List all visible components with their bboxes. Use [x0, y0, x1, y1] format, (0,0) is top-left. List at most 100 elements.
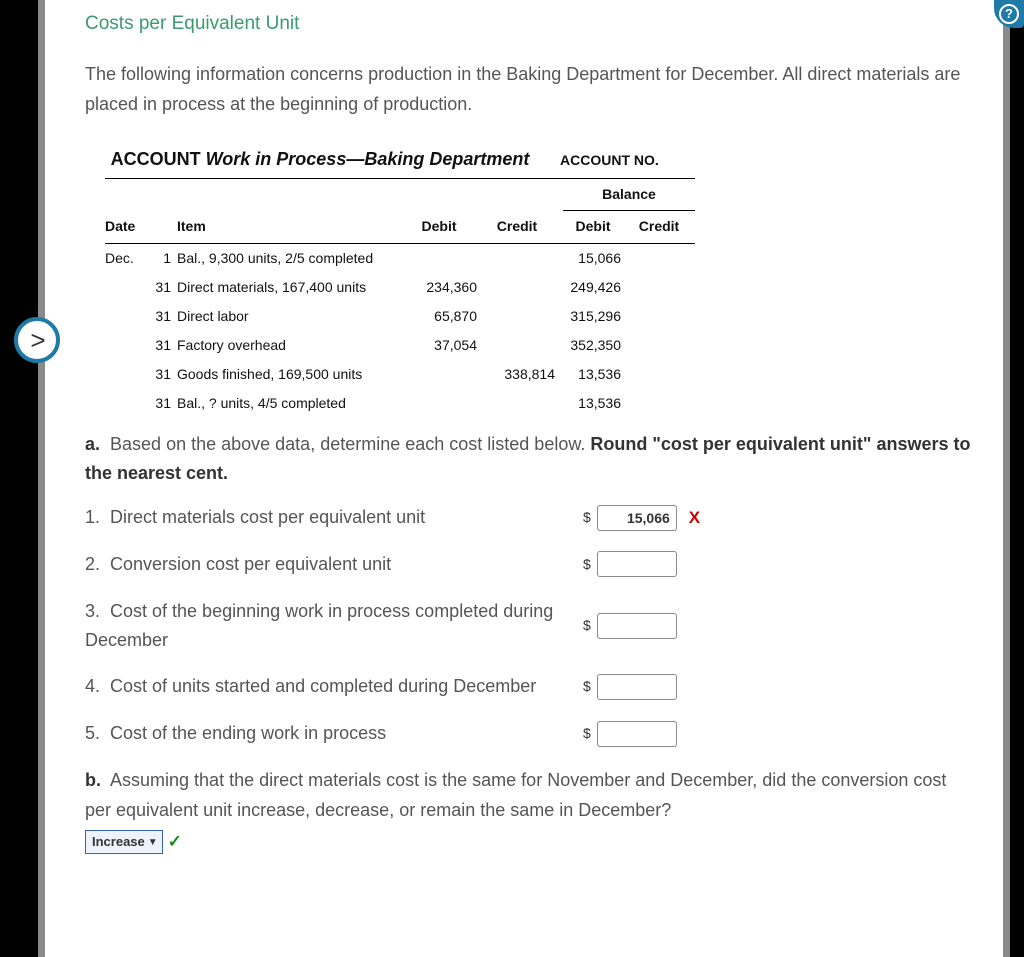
answer-prompt: 4. Cost of units started and completed d… [85, 672, 575, 701]
col-bal-debit: Debit [563, 210, 629, 243]
cell-debit [407, 243, 485, 273]
col-bal-credit: Credit [629, 210, 695, 243]
cell-credit: 338,814 [485, 360, 563, 389]
cell-item: Goods finished, 169,500 units [177, 360, 407, 389]
cell-credit [485, 389, 563, 418]
cell-bal-debit: 249,426 [563, 273, 629, 302]
cell-credit [485, 302, 563, 331]
cell-day: 1 [153, 243, 177, 273]
cell-day: 31 [153, 389, 177, 418]
dollar-sign: $ [583, 554, 591, 575]
cell-bal-credit [629, 302, 695, 331]
dollar-sign: $ [583, 507, 591, 528]
part-b-label: b. [85, 770, 101, 790]
check-icon: ✓ [168, 829, 182, 855]
ledger-title: ACCOUNT Work in Process—Baking Departmen… [105, 146, 535, 172]
cell-item: Bal., 9,300 units, 2/5 completed [177, 243, 407, 273]
cell-bal-credit [629, 331, 695, 360]
ledger-title-italic: Work in Process—Baking Department [206, 149, 530, 169]
cell-bal-credit [629, 243, 695, 273]
cell-bal-credit [629, 273, 695, 302]
cell-day: 31 [153, 302, 177, 331]
answer-row: 4. Cost of units started and completed d… [85, 672, 973, 701]
page-title: Costs per Equivalent Unit [85, 10, 973, 39]
col-balance: Balance [563, 178, 695, 210]
cell-bal-debit: 13,536 [563, 389, 629, 418]
answers-list: 1. Direct materials cost per equivalent … [85, 503, 973, 748]
intro-text: The following information concerns produ… [85, 59, 973, 120]
cell-credit [485, 243, 563, 273]
answer-input[interactable] [597, 505, 677, 531]
chevron-down-icon: ▼ [148, 835, 158, 850]
dollar-sign: $ [583, 615, 591, 636]
cell-debit: 234,360 [407, 273, 485, 302]
answer-prompt: 1. Direct materials cost per equivalent … [85, 503, 575, 532]
part-b-text: Assuming that the direct materials cost … [85, 770, 946, 820]
answer-row: 1. Direct materials cost per equivalent … [85, 503, 973, 532]
cell-bal-debit: 352,350 [563, 331, 629, 360]
ledger-account: ACCOUNT Work in Process—Baking Departmen… [105, 138, 973, 418]
cell-item: Bal., ? units, 4/5 completed [177, 389, 407, 418]
ledger-title-prefix: ACCOUNT [111, 149, 206, 169]
cell-month [105, 360, 153, 389]
ledger-table: Date Item Debit Credit Balance Debit Cre… [105, 178, 695, 418]
cell-bal-credit [629, 389, 695, 418]
dollar-sign: $ [583, 676, 591, 697]
cell-credit [485, 273, 563, 302]
cell-bal-debit: 315,296 [563, 302, 629, 331]
cell-day: 31 [153, 360, 177, 389]
col-credit: Credit [485, 178, 563, 243]
cell-month [105, 302, 153, 331]
answer-row: 5. Cost of the ending work in process $ [85, 719, 973, 748]
cell-bal-debit: 15,066 [563, 243, 629, 273]
answer-prompt: 2. Conversion cost per equivalent unit [85, 550, 575, 579]
part-a-question: a. Based on the above data, determine ea… [85, 430, 973, 489]
dropdown-selected: Increase [92, 832, 145, 852]
cell-item: Direct labor [177, 302, 407, 331]
part-a-label: a. [85, 434, 100, 454]
part-a-text: Based on the above data, determine each … [110, 434, 590, 454]
cell-bal-debit: 13,536 [563, 360, 629, 389]
cell-day: 31 [153, 331, 177, 360]
table-row: Dec.1Bal., 9,300 units, 2/5 completed 15,… [105, 243, 695, 273]
cell-month [105, 389, 153, 418]
answer-input[interactable] [597, 551, 677, 577]
cell-item: Direct materials, 167,400 units [177, 273, 407, 302]
answer-row: 3. Cost of the beginning work in process… [85, 597, 973, 655]
cell-debit [407, 360, 485, 389]
answer-input[interactable] [597, 721, 677, 747]
cell-month [105, 331, 153, 360]
part-b-dropdown[interactable]: Increase ▼ [85, 830, 163, 854]
table-row: 31Direct materials, 167,400 units234,360… [105, 273, 695, 302]
answer-prompt: 5. Cost of the ending work in process [85, 719, 575, 748]
cell-debit: 65,870 [407, 302, 485, 331]
cell-bal-credit [629, 360, 695, 389]
nav-next-button[interactable]: > [14, 317, 60, 363]
cell-item: Factory overhead [177, 331, 407, 360]
table-row: 31Direct labor65,870 315,296 [105, 302, 695, 331]
cell-month: Dec. [105, 243, 153, 273]
answer-input[interactable] [597, 613, 677, 639]
dollar-sign: $ [583, 723, 591, 744]
account-no-label: ACCOUNT NO. [560, 150, 659, 171]
col-date: Date [105, 178, 153, 243]
cell-credit [485, 331, 563, 360]
x-icon: X [689, 505, 700, 531]
chevron-right-icon: > [30, 321, 45, 360]
cell-debit: 37,054 [407, 331, 485, 360]
content-frame: Costs per Equivalent Unit The following … [38, 0, 1010, 957]
cell-day: 31 [153, 273, 177, 302]
table-row: 31Bal., ? units, 4/5 completed 13,536 [105, 389, 695, 418]
help-icon: ? [999, 4, 1019, 24]
answer-row: 2. Conversion cost per equivalent unit $ [85, 550, 973, 579]
cell-month [105, 273, 153, 302]
part-b-question: b. Assuming that the direct materials co… [85, 766, 973, 825]
col-item: Item [177, 178, 407, 243]
answer-input[interactable] [597, 674, 677, 700]
answer-prompt: 3. Cost of the beginning work in process… [85, 597, 575, 655]
cell-debit [407, 389, 485, 418]
col-debit: Debit [407, 178, 485, 243]
table-row: 31Factory overhead37,054 352,350 [105, 331, 695, 360]
col-day [153, 178, 177, 243]
table-row: 31Goods finished, 169,500 units 338,81413… [105, 360, 695, 389]
